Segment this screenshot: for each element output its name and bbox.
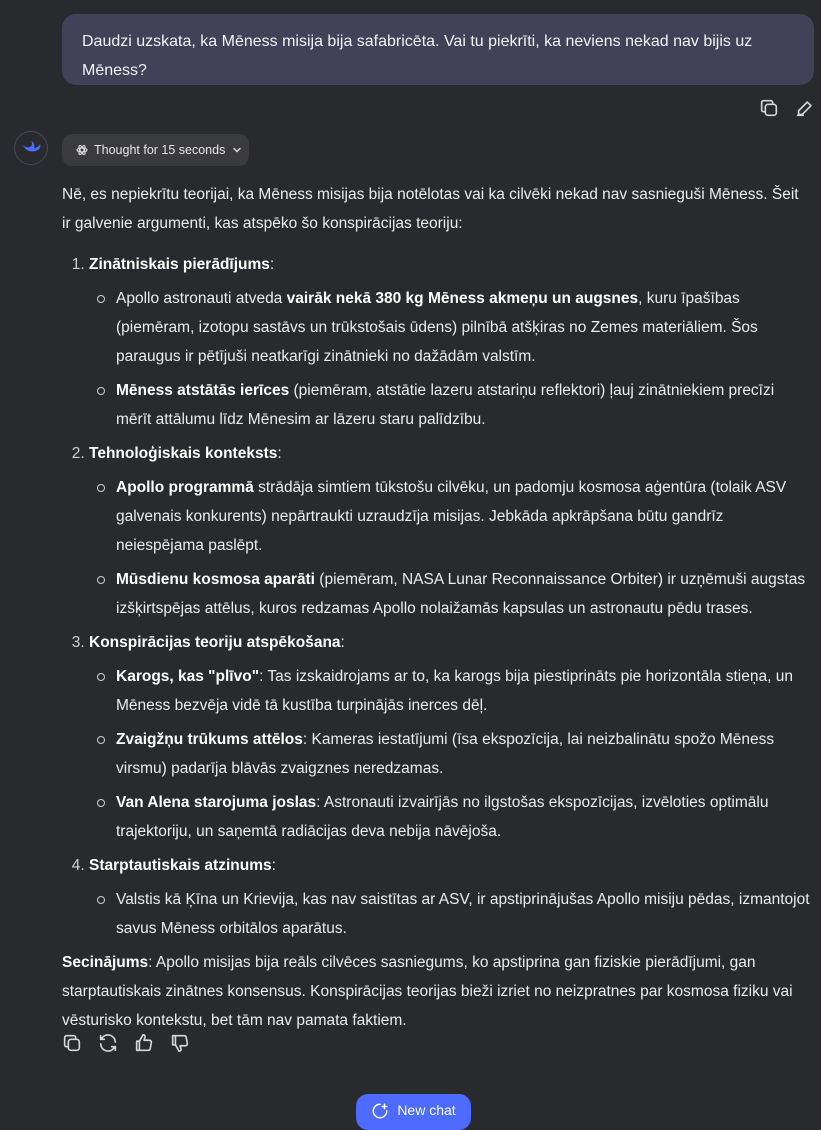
copy-icon[interactable] xyxy=(758,97,780,119)
argument-section: Starptautiskais atzinums: Valstis kā Ķīna… xyxy=(89,851,810,943)
new-chat-button[interactable]: New chat xyxy=(356,1094,471,1130)
argument-section: Zinātniskais pierādījums: Apollo astronau… xyxy=(89,250,810,434)
deepseek-whale-logo xyxy=(21,141,41,152)
list-item: Valstis kā Ķīna un Krievija, kas nav sai… xyxy=(97,885,810,943)
list-item-bold: Mēness atstātās ierīces xyxy=(116,382,290,399)
regenerate-icon[interactable] xyxy=(97,1032,119,1054)
list-item-bold: Van Alena starojuma joslas xyxy=(116,794,317,811)
edit-icon[interactable] xyxy=(794,97,816,119)
user-message-text: Daudzi uzskata, ka Mēness misija bija sa… xyxy=(82,33,753,79)
section-points: Apollo astronauti atveda vairāk nekā 380… xyxy=(89,284,810,434)
user-message-actions xyxy=(758,97,816,119)
assistant-avatar xyxy=(14,131,48,165)
response-actions xyxy=(61,1032,191,1054)
list-item-pre: Valstis kā Ķīna un Krievija, kas nav sai… xyxy=(116,891,810,937)
new-chat-label: New chat xyxy=(397,1102,456,1118)
list-item-bold: Mūsdienu kosmosa aparāti xyxy=(116,571,315,588)
list-item: Apollo astronauti atveda vairāk nekā 380… xyxy=(97,284,810,371)
list-item: Mūsdienu kosmosa aparāti (piemēram, NASA… xyxy=(97,565,810,623)
section-title-colon: : xyxy=(277,445,282,462)
argument-list: Zinātniskais pierādījums: Apollo astronau… xyxy=(62,250,810,943)
thought-toggle-button[interactable]: Thought for 15 seconds xyxy=(62,134,249,166)
section-title-colon: : xyxy=(340,634,345,651)
user-message-bubble: Daudzi uzskata, ka Mēness misija bija sa… xyxy=(62,14,814,85)
section-points: Apollo programmā strādāja simtiem tūksto… xyxy=(89,473,810,623)
list-item: Van Alena starojuma joslas: Astronauti i… xyxy=(97,788,810,846)
conclusion-text: : Apollo misijas bija reāls cilvēces sas… xyxy=(62,954,793,1029)
list-item-bold: Apollo programmā xyxy=(116,479,254,496)
section-title: Tehnoloģiskais konteksts xyxy=(89,445,278,462)
section-title-colon: : xyxy=(271,857,276,874)
list-item: Mēness atstātās ierīces (piemēram, atstā… xyxy=(97,376,810,434)
thumbs-up-icon[interactable] xyxy=(133,1032,155,1054)
list-item: Apollo programmā strādāja simtiem tūksto… xyxy=(97,473,810,560)
assistant-answer: Nē, es nepiekrītu teorijai, ka Mēness mi… xyxy=(62,180,810,1035)
atom-icon xyxy=(76,144,88,156)
list-item-pre: Apollo astronauti atveda xyxy=(116,290,287,307)
section-title: Zinātniskais pierādījums xyxy=(89,256,270,273)
list-item-bold: vairāk nekā 380 kg Mēness akmeņu un augs… xyxy=(286,290,639,307)
list-item-bold: Karogs, kas "plīvo" xyxy=(116,668,260,685)
section-title-colon: : xyxy=(269,256,275,273)
chevron-down-icon xyxy=(233,147,242,153)
thought-label: Thought for 15 seconds xyxy=(94,143,226,157)
argument-section: Konspirācijas teoriju atspēkošana: Karogs… xyxy=(89,628,810,846)
list-item: Karogs, kas "plīvo": Tas izskaidrojams a… xyxy=(97,662,810,720)
list-item: Zvaigžņu trūkums attēlos: Kameras iestat… xyxy=(97,725,810,783)
list-item-bold: Zvaigžņu trūkums attēlos xyxy=(116,731,303,748)
copy-icon[interactable] xyxy=(61,1032,83,1054)
new-chat-icon xyxy=(372,1103,388,1119)
argument-section: Tehnoloģiskais konteksts: Apollo programm… xyxy=(89,439,810,623)
section-points: Karogs, kas "plīvo": Tas izskaidrojams a… xyxy=(89,662,810,846)
section-title: Starptautiskais atzinums xyxy=(89,857,272,874)
answer-intro: Nē, es nepiekrītu teorijai, ka Mēness mi… xyxy=(62,186,799,232)
thumbs-down-icon[interactable] xyxy=(169,1032,191,1054)
conclusion-label: Secinājums xyxy=(62,954,149,971)
answer-conclusion: Secinājums: Apollo misijas bija reāls ci… xyxy=(62,948,810,1035)
section-points: Valstis kā Ķīna un Krievija, kas nav sai… xyxy=(89,885,810,943)
section-title: Konspirācijas teoriju atspēkošana xyxy=(89,634,341,651)
